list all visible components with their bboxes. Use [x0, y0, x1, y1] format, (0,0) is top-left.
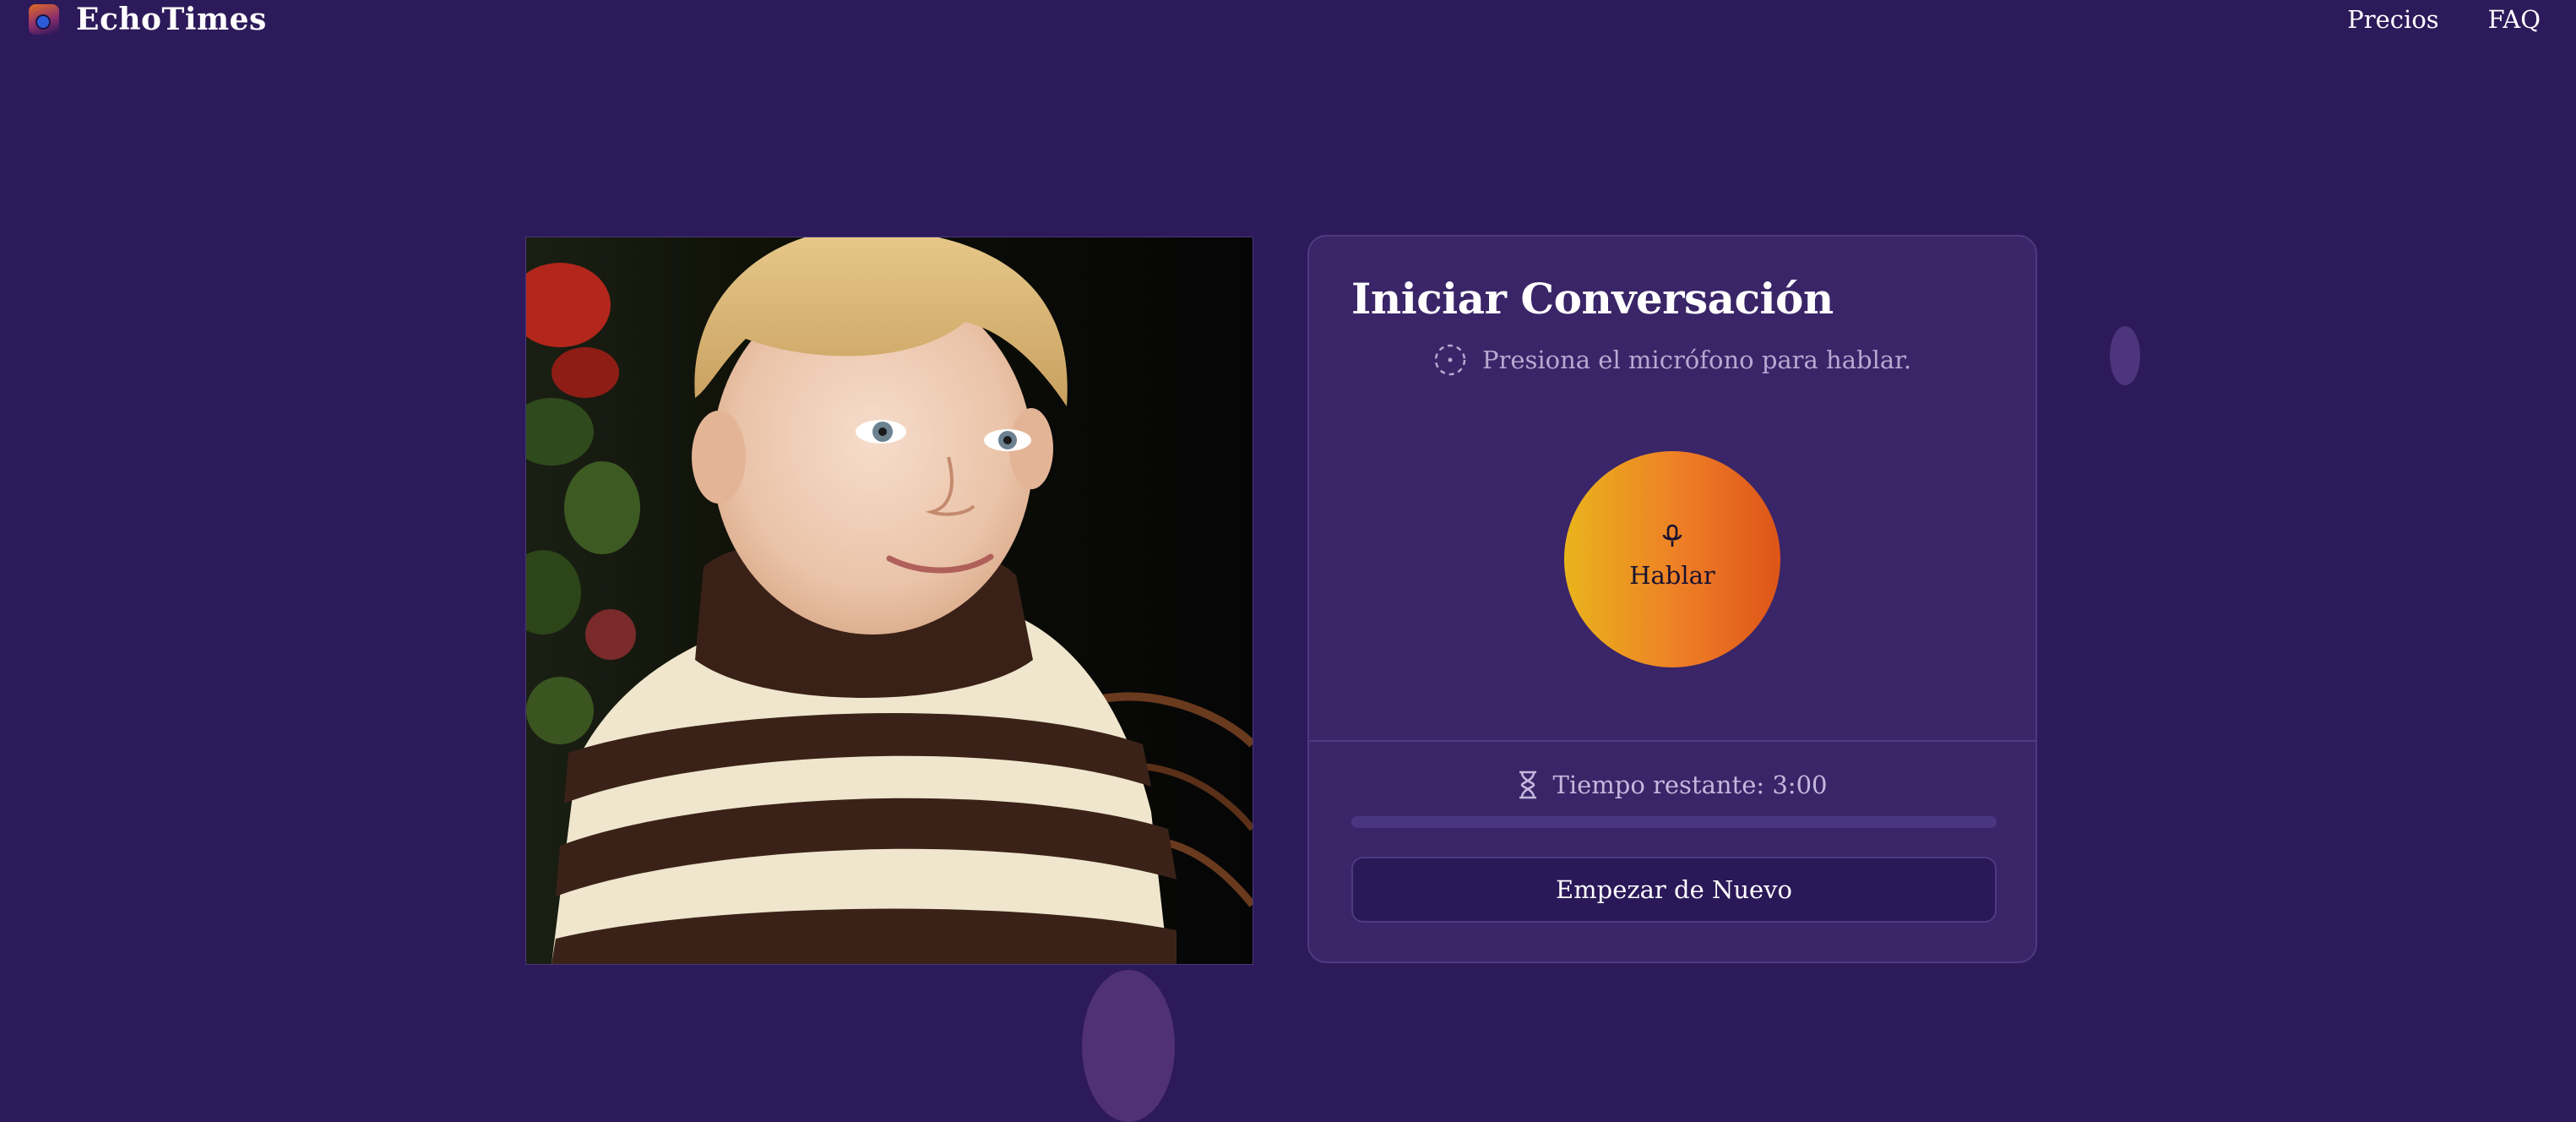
timer-text: Tiempo restante: 3:00	[1552, 771, 1828, 799]
card-title: Iniciar Conversación	[1351, 274, 1834, 324]
status-text: Presiona el micrófono para hablar.	[1481, 346, 1912, 374]
brand-name: EchoTimes	[76, 2, 267, 37]
top-header: EchoTimes Precios FAQ	[0, 0, 2576, 42]
time-progress-bar	[1351, 816, 1997, 828]
decorative-blob	[2110, 326, 2140, 385]
child-portrait-image	[525, 237, 1253, 965]
timer-row: Tiempo restante: 3:00	[1309, 771, 2035, 799]
main-nav: Precios FAQ	[2347, 5, 2541, 34]
restart-button[interactable]: Empezar de Nuevo	[1351, 857, 1997, 923]
nav-link-precios[interactable]: Precios	[2347, 5, 2438, 34]
microphone-icon	[1662, 524, 1682, 547]
talk-button-label: Hablar	[1629, 561, 1715, 590]
card-divider	[1309, 740, 2035, 742]
echotimes-logo-icon	[29, 4, 59, 35]
talk-button[interactable]: Hablar	[1564, 451, 1780, 667]
dashed-circle-icon	[1434, 344, 1466, 376]
brand[interactable]: EchoTimes	[29, 2, 267, 37]
conversation-card: Iniciar Conversación Presiona el micrófo…	[1307, 235, 2037, 963]
status-row: Presiona el micrófono para hablar.	[1309, 343, 2035, 377]
decorative-blob	[1082, 970, 1175, 1122]
hourglass-icon	[1519, 771, 1536, 799]
nav-link-faq[interactable]: FAQ	[2488, 5, 2541, 34]
